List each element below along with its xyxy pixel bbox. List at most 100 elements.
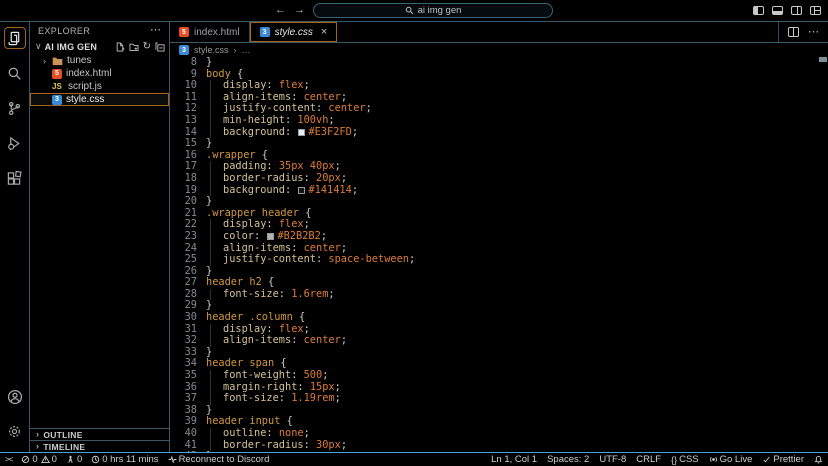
toggle-secondary-sidebar-icon[interactable] xyxy=(791,6,802,15)
code-line[interactable]: } xyxy=(206,347,828,359)
chevron-right-icon: › xyxy=(36,442,39,451)
code-line[interactable]: font-size: 1.19rem; xyxy=(206,393,828,405)
status-go-live[interactable]: Go Live xyxy=(709,454,753,465)
file-item-index.html[interactable]: 5index.html xyxy=(30,67,169,80)
code-token: align-items xyxy=(223,334,291,346)
split-editor-icon[interactable] xyxy=(788,27,799,37)
close-icon[interactable]: × xyxy=(321,27,327,38)
new-file-icon[interactable] xyxy=(115,42,125,52)
file-label: style.css xyxy=(66,94,104,105)
tab-style.css[interactable]: 3style.css× xyxy=(250,22,338,42)
code-token: : xyxy=(304,172,316,184)
folder-item-tunes[interactable]: ›tunes xyxy=(30,54,169,67)
line-number-gutter[interactable]: 8910111213141516171819202122232425262728… xyxy=(170,57,206,452)
status-eol[interactable]: CRLF xyxy=(636,454,661,465)
scrollbar-thumb[interactable] xyxy=(819,57,827,62)
code-line[interactable]: } xyxy=(206,405,828,417)
code-editor[interactable]: 8910111213141516171819202122232425262728… xyxy=(170,57,828,452)
line-number[interactable]: 30 xyxy=(170,312,206,324)
customize-layout-icon[interactable] xyxy=(810,6,821,15)
code-token: ; xyxy=(335,392,341,404)
toggle-primary-sidebar-icon[interactable] xyxy=(753,6,764,15)
code-line[interactable]: background: #E3F2FD; xyxy=(206,127,828,139)
status-cursor-position[interactable]: Ln 1, Col 1 xyxy=(491,454,537,465)
workspace-section-header[interactable]: ∨ AI IMG GEN ↻ xyxy=(30,39,169,54)
nav-forward-icon[interactable]: → xyxy=(294,5,305,16)
nav-back-icon[interactable]: ← xyxy=(275,5,286,16)
extensions-icon[interactable] xyxy=(4,167,26,189)
line-number[interactable]: 15 xyxy=(170,138,206,150)
code-line[interactable]: } xyxy=(206,451,828,452)
tab-index.html[interactable]: 5index.html xyxy=(170,22,250,42)
color-swatch[interactable] xyxy=(298,187,305,194)
status-problems[interactable]: 00 xyxy=(21,454,57,465)
code-token: display xyxy=(223,218,266,230)
breadcrumb-file[interactable]: style.css xyxy=(194,45,229,55)
file-item-style.css[interactable]: 3style.css xyxy=(30,93,169,106)
line-number[interactable]: 25 xyxy=(170,254,206,266)
explorer-view-icon[interactable] xyxy=(4,27,26,49)
status-wakatime[interactable]: 0 hrs 11 mins xyxy=(91,454,158,465)
refresh-icon[interactable]: ↻ xyxy=(143,42,151,52)
status-prettier[interactable]: Prettier xyxy=(762,454,804,465)
code-line[interactable]: background: #141414; xyxy=(206,185,828,197)
code-token: min-height xyxy=(223,114,285,126)
code-line[interactable]: border-radius: 20px; xyxy=(206,173,828,185)
command-center-search[interactable]: ai img gen xyxy=(313,3,553,18)
account-icon[interactable] xyxy=(4,386,26,408)
code-line[interactable]: } xyxy=(206,266,828,278)
status-ports[interactable]: 0 xyxy=(66,454,82,465)
code-line[interactable]: font-size: 1.6rem; xyxy=(206,289,828,301)
code-line[interactable]: min-height: 100vh; xyxy=(206,115,828,127)
status-discord[interactable]: Reconnect to Discord xyxy=(168,454,270,465)
indent-guide xyxy=(210,370,223,382)
code-line[interactable]: } xyxy=(206,57,828,69)
new-folder-icon[interactable] xyxy=(129,42,139,52)
line-number[interactable]: 18 xyxy=(170,173,206,185)
code-token: } xyxy=(206,346,212,358)
code-token: : xyxy=(285,184,297,196)
line-number[interactable]: 13 xyxy=(170,115,206,127)
collapse-all-icon[interactable] xyxy=(155,42,165,52)
search-view-icon[interactable] xyxy=(4,62,26,84)
code-token: : xyxy=(285,126,297,138)
line-number[interactable]: 23 xyxy=(170,231,206,243)
code-token: : xyxy=(291,334,303,346)
run-debug-icon[interactable] xyxy=(4,132,26,154)
explorer-title: EXPLORER xyxy=(38,26,90,36)
color-swatch[interactable] xyxy=(298,129,305,136)
code-token: : xyxy=(266,323,278,335)
timeline-section[interactable]: › TIMELINE xyxy=(30,440,169,452)
status-remote-indicator[interactable]: >< xyxy=(5,455,12,464)
breadcrumb[interactable]: 3 style.css › … xyxy=(170,43,828,57)
code-token: } xyxy=(206,450,212,452)
line-number[interactable]: 20 xyxy=(170,196,206,208)
code-token: center xyxy=(304,334,341,346)
line-number[interactable]: 8 xyxy=(170,57,206,69)
status-indentation[interactable]: Spaces: 2 xyxy=(547,454,589,465)
code-token: margin-right xyxy=(223,381,297,393)
editor-more-actions-icon[interactable]: ⋯ xyxy=(808,27,819,38)
line-number[interactable]: 40 xyxy=(170,428,206,440)
outline-section[interactable]: › OUTLINE xyxy=(30,428,169,440)
breadcrumb-more[interactable]: … xyxy=(242,45,251,55)
toggle-panel-icon[interactable] xyxy=(772,6,783,15)
status-label: Prettier xyxy=(773,454,804,465)
status-encoding[interactable]: UTF-8 xyxy=(599,454,626,465)
status-label: CSS xyxy=(679,454,699,465)
color-swatch[interactable] xyxy=(267,233,274,240)
code-line[interactable]: } xyxy=(206,138,828,150)
file-label: tunes xyxy=(67,55,91,66)
code-line[interactable]: justify-content: space-between; xyxy=(206,254,828,266)
settings-gear-icon[interactable] xyxy=(4,420,26,442)
line-number[interactable]: 42 xyxy=(170,451,206,452)
views-more-actions-icon[interactable]: ⋯ xyxy=(150,25,161,36)
status-notifications[interactable] xyxy=(814,455,823,464)
source-control-icon[interactable] xyxy=(4,97,26,119)
status-language-mode[interactable]: {}CSS xyxy=(671,454,699,465)
file-item-script.js[interactable]: JSscript.js xyxy=(30,80,169,93)
code-content[interactable]: }body {display: flex;align-items: center… xyxy=(206,57,828,452)
line-number[interactable]: 35 xyxy=(170,370,206,382)
code-line[interactable]: align-items: center; xyxy=(206,335,828,347)
code-line[interactable]: border-radius: 30px; xyxy=(206,440,828,452)
